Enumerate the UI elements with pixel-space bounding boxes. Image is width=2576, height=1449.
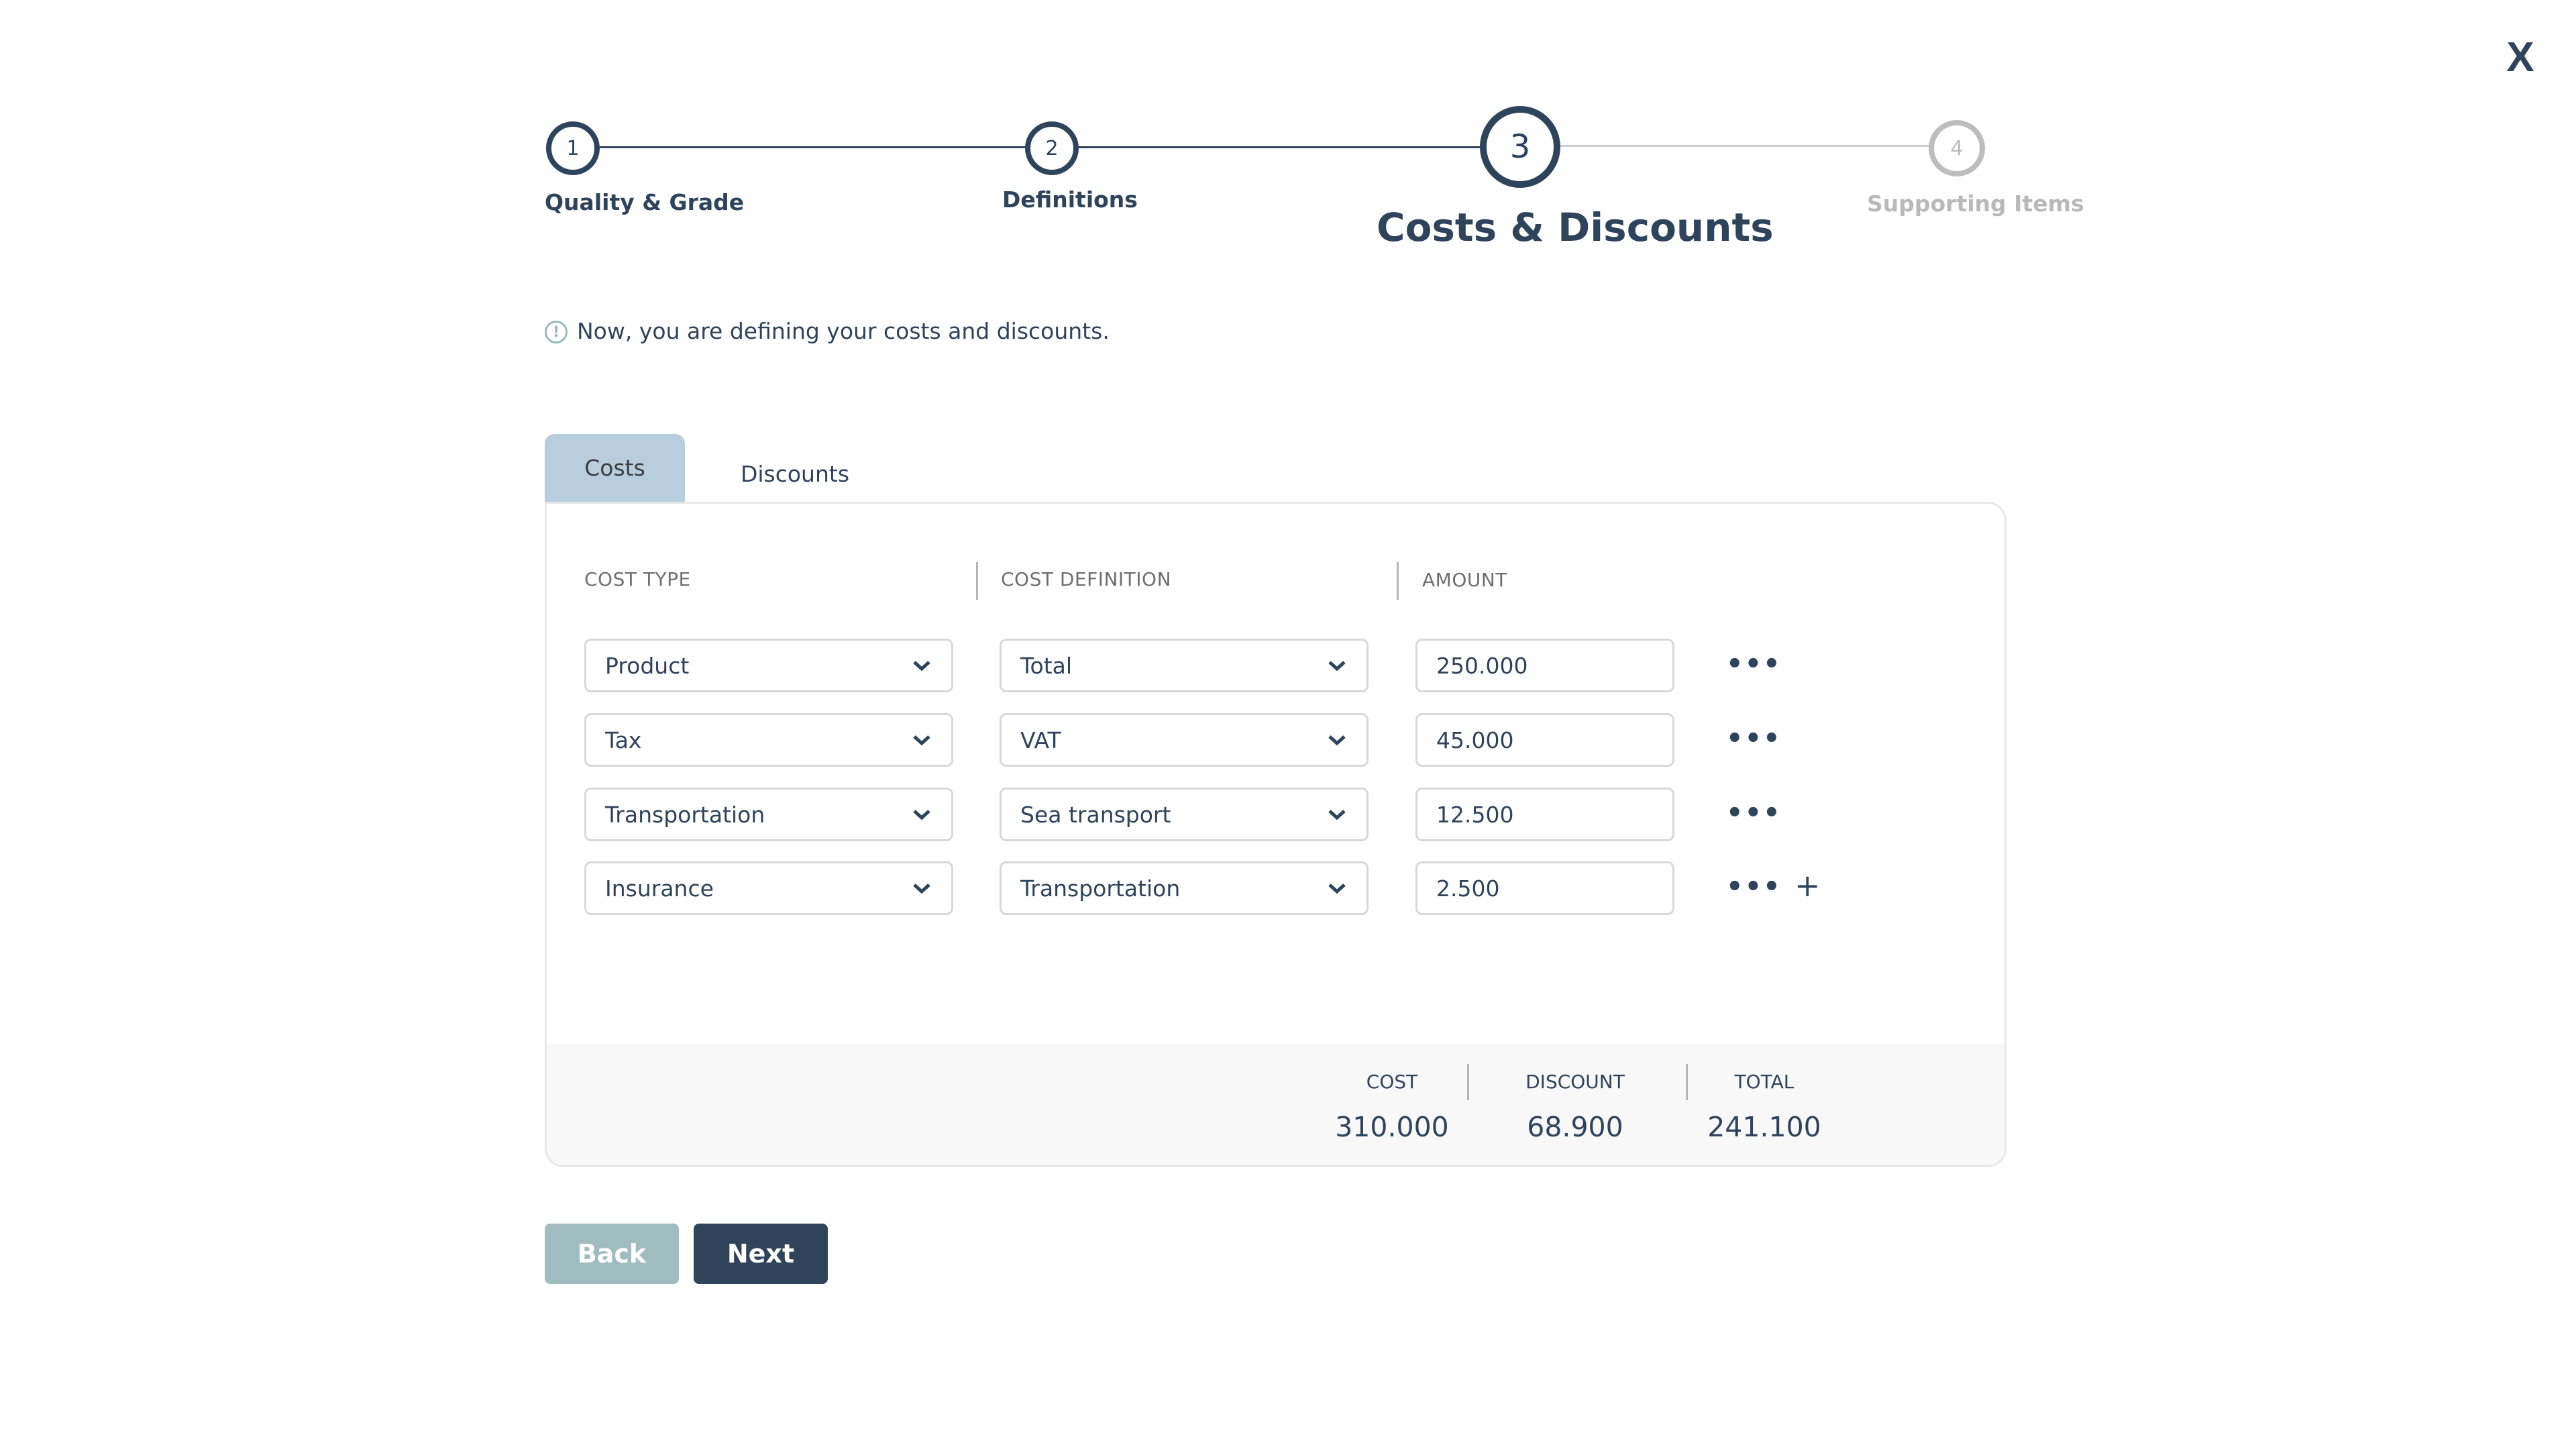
cost-definition-value: VAT — [1020, 727, 1061, 753]
next-button[interactable]: Next — [694, 1224, 828, 1284]
step-1-number: 1 — [566, 136, 580, 160]
tab-costs[interactable]: Costs — [545, 434, 685, 502]
cost-type-value: Product — [605, 652, 690, 679]
cost-type-value: Insurance — [605, 875, 714, 902]
step-connector-3-4 — [1559, 145, 1930, 147]
close-button[interactable]: X — [2504, 37, 2537, 78]
chevron-down-icon — [908, 727, 935, 753]
summary-cost-value: 310.000 — [1335, 1111, 1449, 1143]
header-amount: AMOUNT — [1422, 569, 1507, 591]
summary-cost-label: COST — [1366, 1071, 1418, 1093]
header-divider — [1397, 562, 1399, 600]
chevron-down-icon — [1324, 652, 1350, 679]
amount-input[interactable]: 2.500 — [1415, 861, 1674, 915]
more-options-icon[interactable]: ••• — [1726, 723, 1782, 754]
cost-definition-select[interactable]: Total — [1000, 639, 1368, 692]
step-1-label[interactable]: Quality & Grade — [545, 189, 744, 215]
cost-type-select[interactable]: Tax — [584, 713, 953, 767]
page-title: Costs & Discounts — [1377, 205, 1774, 250]
cost-definition-select[interactable]: Sea transport — [1000, 788, 1368, 841]
cost-type-value: Transportation — [605, 801, 765, 828]
summary-divider — [1686, 1064, 1688, 1100]
amount-value: 45.000 — [1436, 727, 1514, 753]
amount-value: 12.500 — [1436, 801, 1514, 828]
step-4-label: Supporting Items — [1867, 191, 2084, 217]
tab-discounts[interactable]: Discounts — [724, 456, 865, 491]
summary-bar: COST 310.000 DISCOUNT 68.900 TOTAL 241.1… — [547, 1044, 2004, 1165]
chevron-down-icon — [1324, 801, 1350, 828]
amount-value: 250.000 — [1436, 652, 1528, 679]
summary-divider — [1467, 1064, 1469, 1100]
chevron-down-icon — [908, 875, 935, 902]
amount-input[interactable]: 250.000 — [1415, 639, 1674, 692]
more-options-icon[interactable]: ••• — [1726, 649, 1782, 680]
chevron-down-icon — [908, 801, 935, 828]
more-options-icon[interactable]: ••• — [1726, 871, 1782, 902]
cost-definition-value: Transportation — [1020, 875, 1181, 902]
step-2-label[interactable]: Definitions — [1002, 186, 1138, 213]
chevron-down-icon — [1324, 727, 1350, 753]
chevron-down-icon — [908, 652, 935, 679]
more-options-icon[interactable]: ••• — [1726, 798, 1782, 828]
add-row-icon[interactable]: + — [1794, 867, 1821, 904]
summary-total-label: TOTAL — [1734, 1071, 1794, 1093]
header-cost-definition: COST DEFINITION — [1001, 568, 1172, 590]
header-cost-type: COST TYPE — [584, 568, 691, 590]
summary-discount-value: 68.900 — [1527, 1111, 1623, 1143]
cost-type-select[interactable]: Transportation — [584, 788, 953, 841]
amount-input[interactable]: 12.500 — [1415, 788, 1674, 841]
info-message: Now, you are defining your costs and dis… — [577, 318, 1110, 344]
exclamation-circle-icon: ! — [545, 321, 568, 343]
summary-discount-label: DISCOUNT — [1525, 1071, 1625, 1093]
step-2-number: 2 — [1045, 136, 1059, 160]
amount-input[interactable]: 45.000 — [1415, 713, 1674, 767]
step-3-circle: 3 — [1480, 106, 1560, 188]
header-divider — [976, 562, 978, 600]
step-connector-2-3 — [1079, 146, 1480, 148]
costs-panel: COST TYPE COST DEFINITION AMOUNT Product… — [545, 502, 2006, 1167]
step-4-circle: 4 — [1929, 120, 1985, 176]
cost-definition-select[interactable]: Transportation — [1000, 861, 1368, 915]
step-connector-1-2 — [600, 146, 1025, 148]
cost-type-select[interactable]: Product — [584, 639, 953, 692]
summary-total-value: 241.100 — [1707, 1111, 1821, 1143]
cost-type-value: Tax — [605, 727, 642, 753]
step-3-number: 3 — [1509, 128, 1531, 166]
cost-type-select[interactable]: Insurance — [584, 861, 953, 915]
step-4-number: 4 — [1950, 136, 1964, 160]
cost-definition-value: Total — [1020, 652, 1073, 679]
cost-definition-value: Sea transport — [1020, 801, 1171, 828]
amount-value: 2.500 — [1436, 875, 1500, 902]
cost-definition-select[interactable]: VAT — [1000, 713, 1368, 767]
chevron-down-icon — [1324, 875, 1350, 902]
back-button[interactable]: Back — [545, 1224, 679, 1284]
step-1-circle[interactable]: 1 — [546, 121, 600, 175]
step-2-circle[interactable]: 2 — [1025, 121, 1079, 175]
